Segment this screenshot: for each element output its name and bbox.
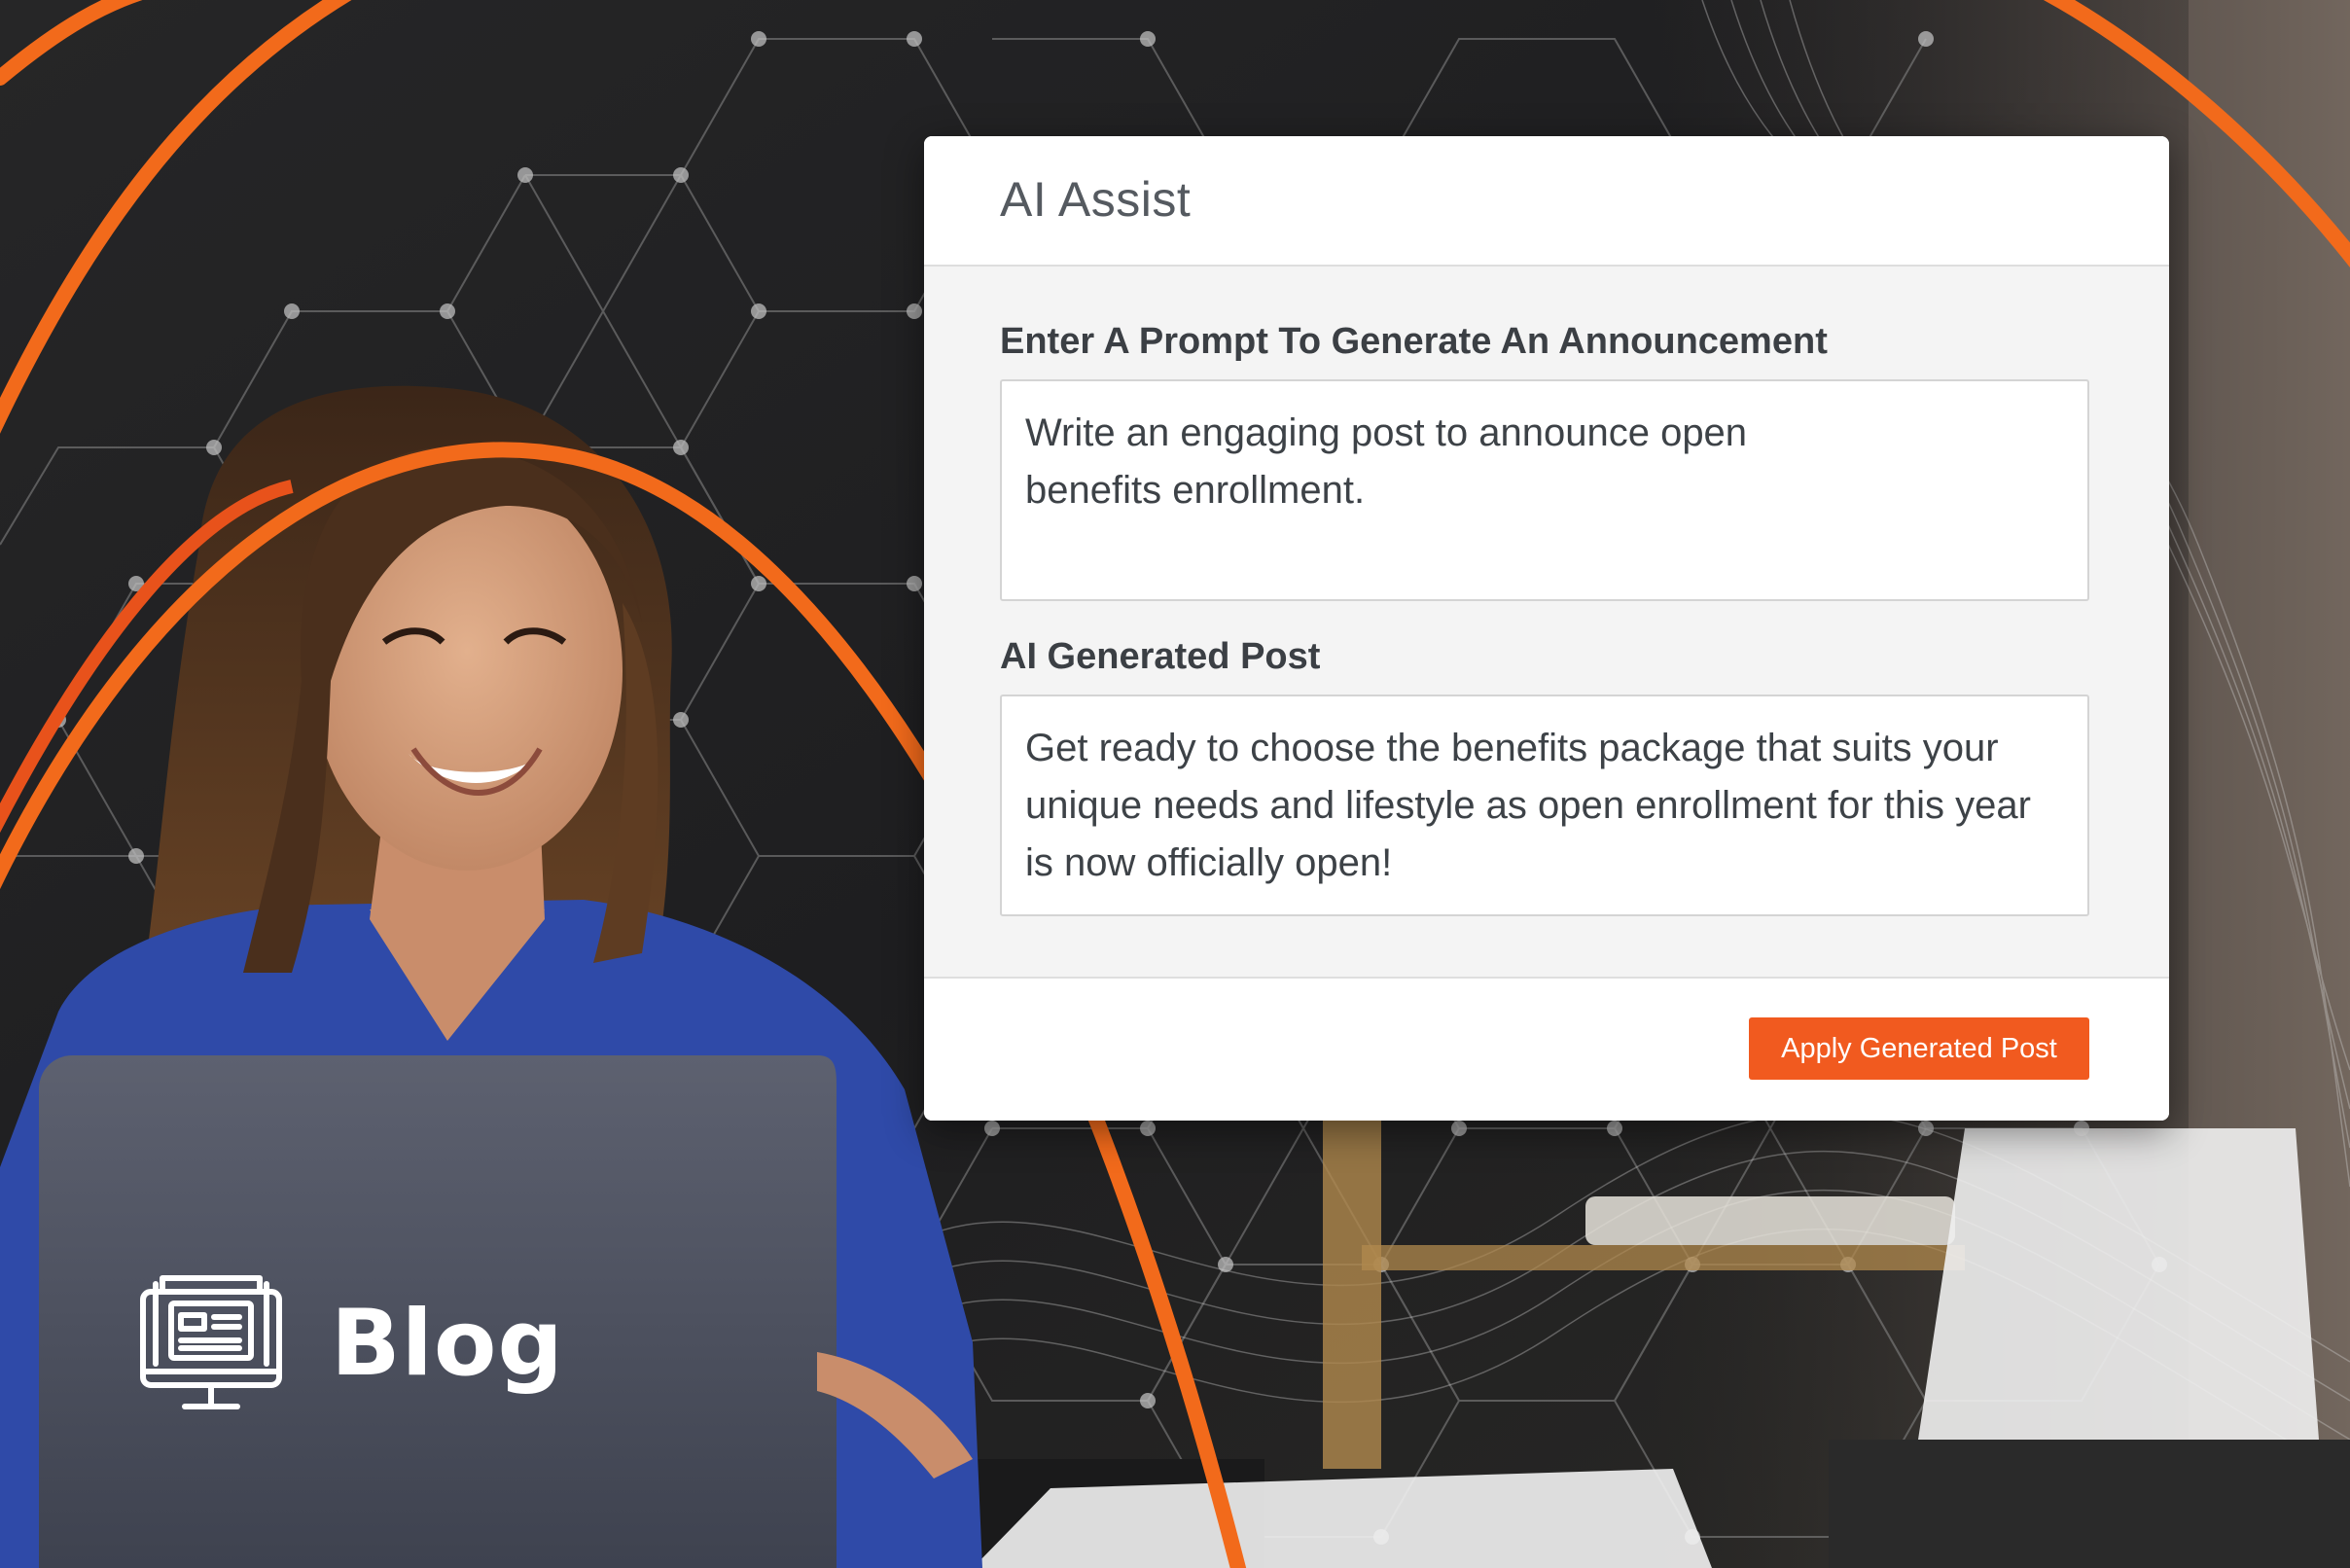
- apply-generated-post-button[interactable]: Apply Generated Post: [1749, 1017, 2089, 1080]
- prompt-label: Enter A Prompt To Generate An Announceme…: [1000, 321, 1828, 362]
- modal-footer: Apply Generated Post: [924, 977, 2169, 1121]
- blog-label: Blog: [331, 1290, 564, 1397]
- modal-header: AI Assist: [924, 136, 2169, 267]
- monitor-article-icon: [140, 1275, 282, 1409]
- generated-post-value: Get ready to choose the benefits package…: [1025, 727, 2031, 884]
- generated-post-textarea[interactable]: Get ready to choose the benefits package…: [1000, 695, 2089, 916]
- prompt-input-value: Write an engaging post to announce open …: [1025, 411, 1748, 512]
- generated-post-label: AI Generated Post: [1000, 636, 1321, 677]
- ai-assist-modal: AI Assist Enter A Prompt To Generate An …: [924, 136, 2169, 1121]
- hero-banner: AI Assist Enter A Prompt To Generate An …: [0, 0, 2350, 1568]
- prompt-input[interactable]: Write an engaging post to announce open …: [1000, 379, 2089, 601]
- modal-title: AI Assist: [1000, 172, 1192, 227]
- blog-badge: Blog: [138, 1270, 564, 1416]
